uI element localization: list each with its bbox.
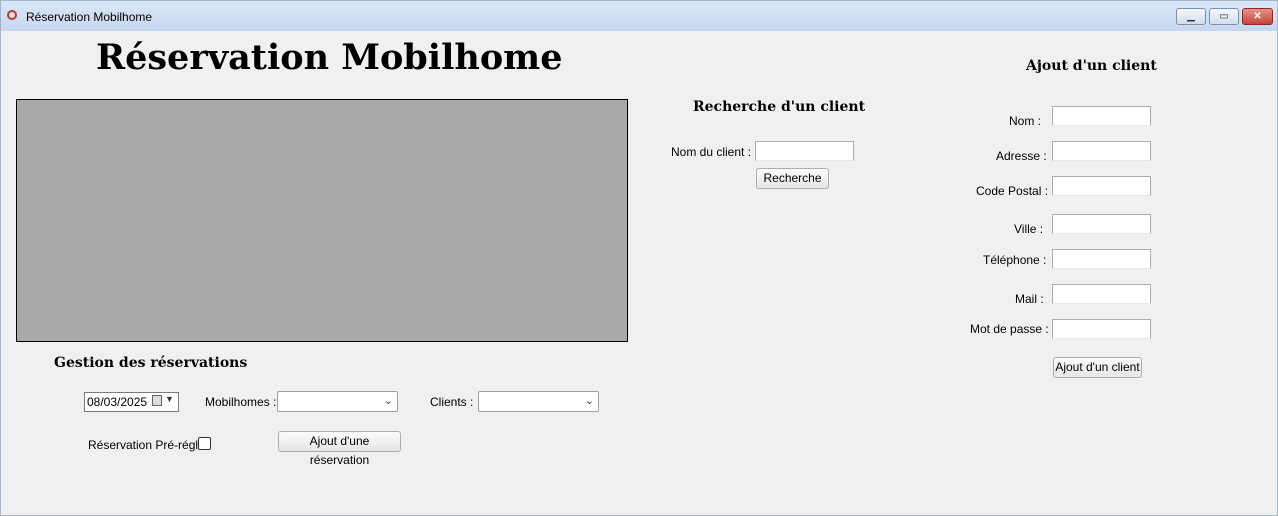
- app-icon: [7, 10, 17, 20]
- client-name-input[interactable]: [755, 141, 854, 161]
- ville-field[interactable]: [1052, 214, 1151, 234]
- mail-field[interactable]: [1052, 284, 1151, 304]
- nom-label: Nom :: [1009, 114, 1042, 128]
- minimize-button[interactable]: ▁: [1176, 8, 1206, 25]
- nom-field[interactable]: [1052, 106, 1151, 126]
- adresse-field[interactable]: [1052, 141, 1151, 161]
- form-body: Réservation Mobilhome Gestion des réserv…: [5, 31, 1274, 513]
- mail-label: Mail :: [1015, 292, 1044, 306]
- title-bar: Réservation Mobilhome ▁ ▭ ✕: [1, 1, 1277, 31]
- password-label: Mot de passe :: [970, 322, 1049, 336]
- date-value: 08/03/2025: [87, 395, 148, 409]
- date-picker[interactable]: 08/03/2025 ▼: [84, 392, 179, 412]
- telephone-field[interactable]: [1052, 249, 1151, 269]
- code-postal-label: Code Postal :: [976, 184, 1049, 198]
- clients-select[interactable]: ⌄: [478, 391, 599, 412]
- telephone-label: Téléphone :: [983, 253, 1047, 267]
- search-button[interactable]: Recherche: [756, 168, 829, 189]
- page-title: Réservation Mobilhome: [96, 37, 563, 78]
- window-title: Réservation Mobilhome: [26, 10, 153, 24]
- prepaid-checkbox[interactable]: [198, 437, 211, 450]
- calendar-icon[interactable]: [152, 395, 162, 406]
- add-client-title: Ajout d'un client: [1026, 58, 1157, 74]
- code-postal-field[interactable]: [1052, 176, 1151, 196]
- maximize-button[interactable]: ▭: [1209, 8, 1239, 25]
- chevron-down-icon: ⌄: [383, 395, 393, 407]
- add-client-button[interactable]: Ajout d'un client: [1053, 357, 1142, 378]
- app-window: Réservation Mobilhome ▁ ▭ ✕ Réservation …: [0, 0, 1278, 516]
- mobilhomes-select[interactable]: ⌄: [277, 391, 398, 412]
- mobilhomes-label: Mobilhomes :: [205, 395, 277, 409]
- calendar-panel: [16, 99, 628, 342]
- client-name-label: Nom du client :: [671, 145, 752, 159]
- gestion-title: Gestion des réservations: [54, 355, 248, 371]
- close-button[interactable]: ✕: [1242, 8, 1273, 25]
- chevron-down-icon: ⌄: [584, 395, 594, 407]
- search-title: Recherche d'un client: [693, 99, 866, 115]
- chevron-down-icon[interactable]: ▼: [165, 394, 174, 404]
- clients-label: Clients :: [430, 395, 474, 409]
- password-field[interactable]: [1052, 319, 1151, 339]
- adresse-label: Adresse :: [996, 149, 1047, 163]
- ville-label: Ville :: [1014, 222, 1044, 236]
- add-reservation-button[interactable]: Ajout d'une réservation: [278, 431, 401, 467]
- prepaid-label: Réservation Pré-réglé: [88, 438, 205, 452]
